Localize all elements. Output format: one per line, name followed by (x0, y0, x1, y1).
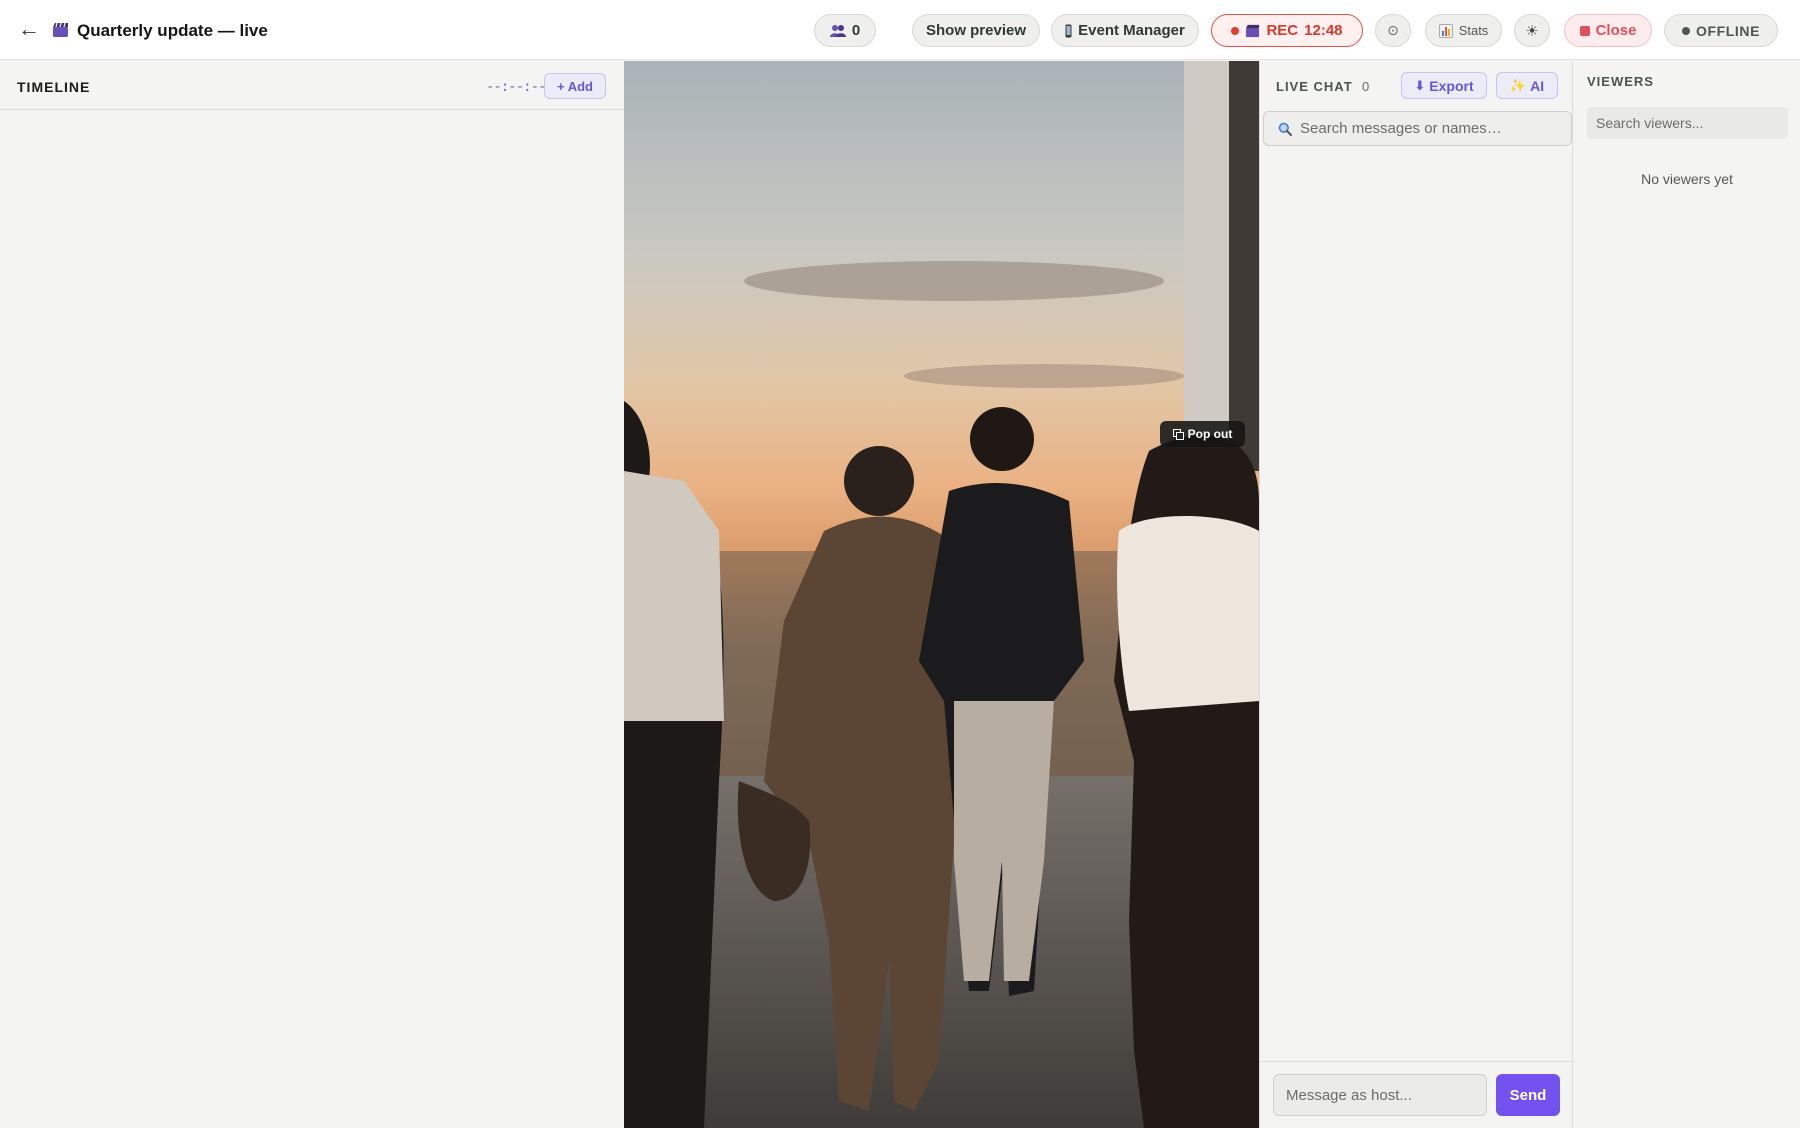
search-icon (1278, 122, 1292, 136)
clapperboard-icon (53, 22, 68, 37)
viewers-search-input[interactable] (1587, 107, 1788, 139)
clapperboard-icon (1246, 24, 1260, 37)
add-timeline-button[interactable]: + Add (544, 73, 606, 99)
viewers-empty-state: No viewers yet (1641, 171, 1733, 187)
timeline-title: TIMELINE (17, 79, 91, 95)
export-chat-button[interactable]: ⬇ Export (1401, 72, 1487, 99)
chat-title: LIVE CHAT (1276, 79, 1353, 94)
viewer-count-badge[interactable]: 0 (814, 14, 876, 47)
sparkles-icon: ✨ (1509, 77, 1527, 93)
close-stream-button[interactable]: Close (1564, 14, 1652, 47)
live-chat-panel: LIVE CHAT 0 ⬇ Export ✨ AI Send (1259, 61, 1573, 1128)
back-arrow-icon[interactable]: ← (18, 16, 40, 42)
top-bar: ← Quarterly update — live 0 Show preview… (0, 0, 1800, 60)
message-input[interactable] (1273, 1074, 1487, 1116)
target-icon: ⊙ (1387, 22, 1399, 38)
ai-button[interactable]: ✨ AI (1496, 72, 1558, 99)
theme-toggle-button[interactable]: ☀ (1514, 14, 1550, 47)
viewers-title: VIEWERS (1587, 74, 1654, 89)
target-button[interactable]: ⊙ (1375, 14, 1411, 47)
stop-square-icon (1579, 25, 1590, 36)
status-dot-icon (1681, 26, 1690, 35)
chat-search-input[interactable] (1300, 120, 1550, 137)
download-arrow-icon: ⬇ (1414, 77, 1426, 93)
video-frame (624, 61, 1259, 1128)
status-badge: OFFLINE (1664, 14, 1778, 47)
event-manager-label: Event Manager (1078, 22, 1185, 39)
ai-label: AI (1530, 77, 1545, 94)
chat-search-box[interactable] (1263, 111, 1572, 146)
timeline-time: --:--:-- (486, 79, 546, 95)
send-button[interactable]: Send (1496, 1074, 1560, 1116)
stats-label: Stats (1458, 23, 1489, 38)
show-preview-button[interactable]: Show preview (912, 14, 1040, 47)
recording-label: REC (1266, 22, 1299, 39)
recording-time: 12:48 (1304, 22, 1343, 39)
bar-chart-icon (1438, 23, 1453, 38)
recording-button[interactable]: REC 12:48 (1211, 14, 1363, 47)
chat-composer: Send (1260, 1061, 1573, 1128)
pop-out-label: Pop out (1187, 427, 1233, 441)
viewer-count: 0 (851, 22, 861, 39)
chat-count: 0 (1362, 79, 1370, 94)
page-title: Quarterly update — live (77, 21, 268, 40)
export-label: Export (1429, 77, 1474, 94)
event-manager-button[interactable]: Event Manager (1051, 14, 1199, 47)
sun-icon: ☀ (1525, 22, 1539, 40)
timeline-panel: TIMELINE --:--:-- + Add (0, 61, 624, 1128)
pop-out-icon (1172, 428, 1184, 440)
recording-dot-icon (1231, 26, 1240, 35)
people-icon (829, 25, 846, 37)
show-preview-label: Show preview (925, 22, 1027, 39)
status-label: OFFLINE (1695, 22, 1761, 39)
video-stage[interactable] (624, 61, 1259, 1128)
close-label: Close (1595, 22, 1637, 39)
pop-out-button[interactable]: Pop out (1160, 421, 1245, 447)
timeline-header: TIMELINE --:--:-- + Add (0, 61, 624, 110)
phone-icon (1065, 24, 1072, 37)
viewers-panel: VIEWERS No viewers yet (1572, 61, 1800, 1128)
stats-button[interactable]: Stats (1425, 14, 1502, 47)
